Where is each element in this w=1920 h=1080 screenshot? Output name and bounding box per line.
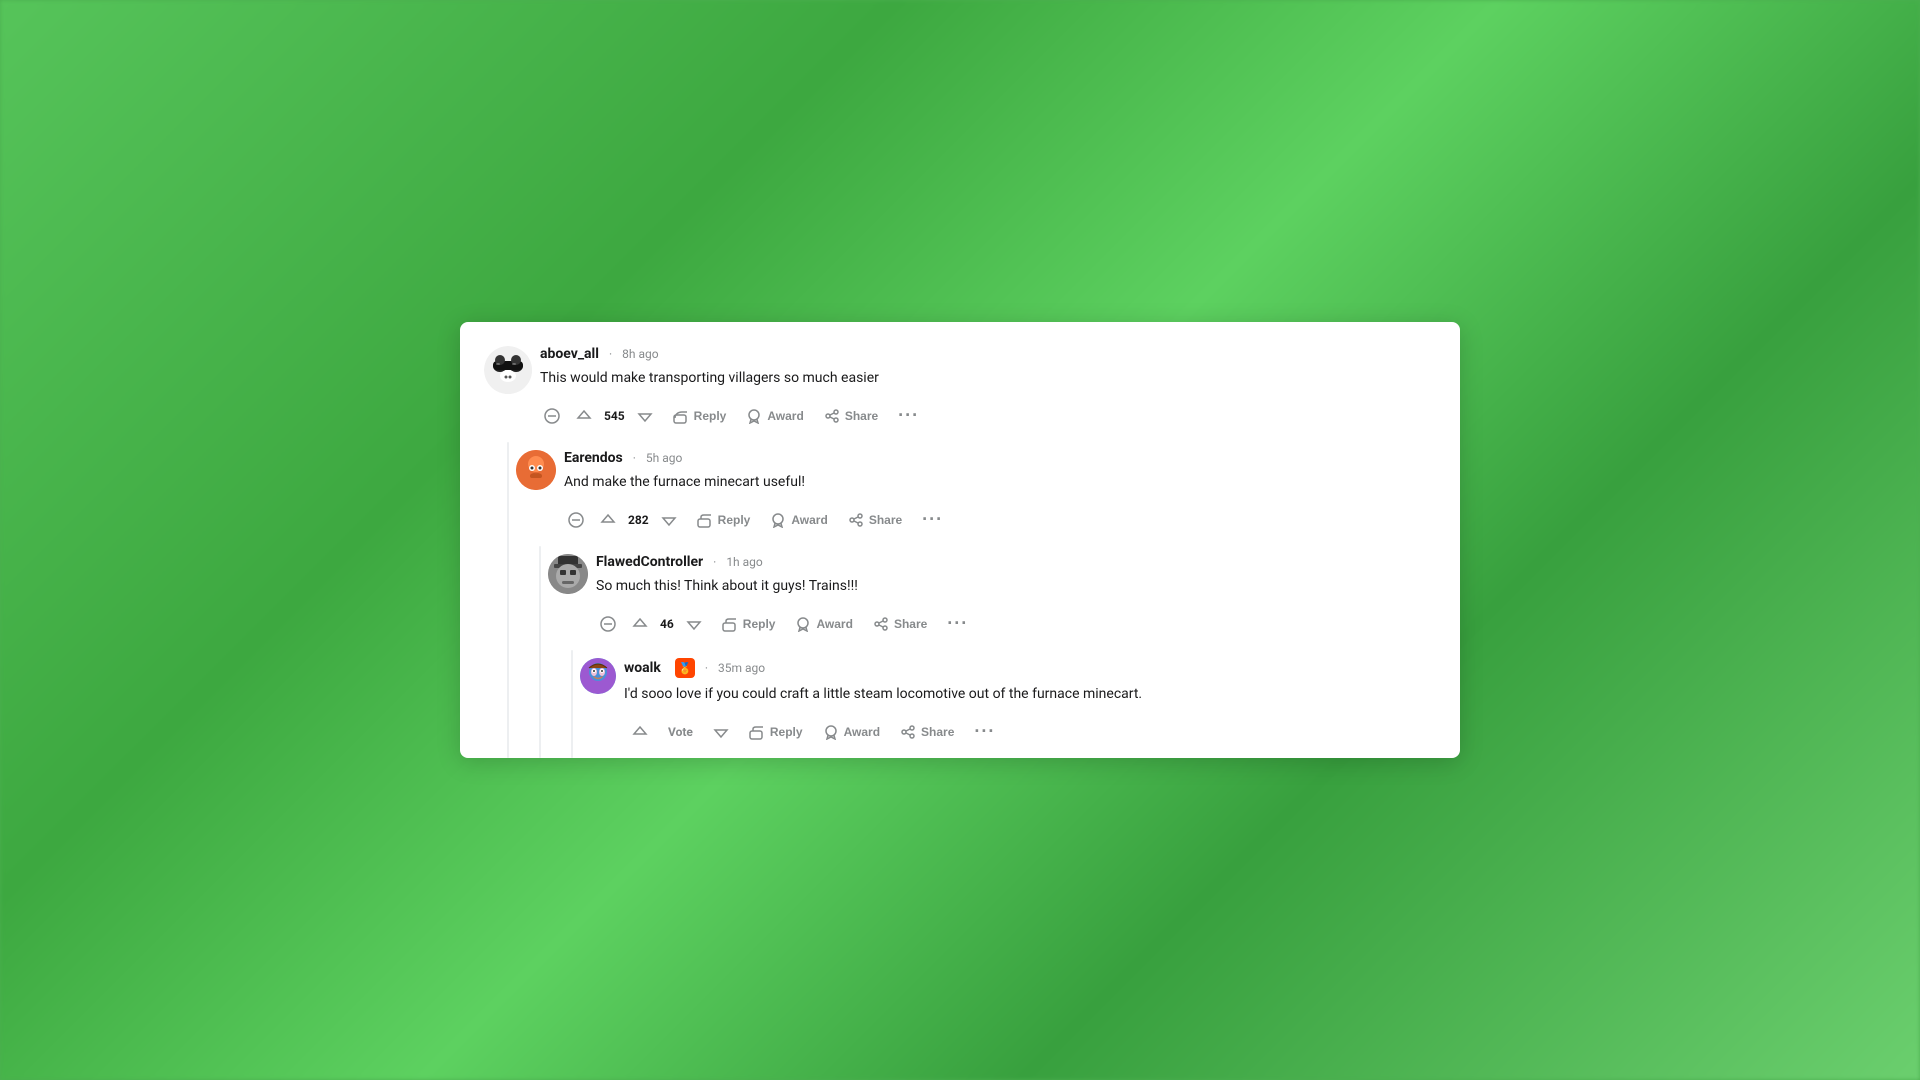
username-flawed: FlawedController [596, 554, 703, 570]
vote-count-aboev: 545 [604, 409, 625, 423]
avatar-earendos [516, 450, 556, 490]
action-bar-flawed: 46 Reply [596, 609, 1428, 638]
collapse-btn-aboev[interactable] [540, 404, 564, 428]
collapse-btn-flawed[interactable] [596, 612, 620, 636]
upvote-btn-aboev[interactable] [568, 402, 600, 430]
comment-header-aboev: aboev_all · 8h ago [540, 346, 1428, 362]
reply-btn-woalk[interactable]: Reply [741, 718, 811, 746]
more-btn-earendos[interactable]: ··· [914, 505, 951, 534]
upvote-btn-flawed[interactable] [624, 610, 656, 638]
comment-body-earendos: And make the furnace minecart useful! [564, 472, 1428, 493]
vote-label-woalk: Vote [660, 719, 701, 745]
avatar-flawed [548, 554, 588, 594]
action-bar-woalk: Vote [624, 717, 1428, 746]
upvote-btn-woalk[interactable] [624, 718, 656, 746]
comment-aboev: aboev_all · 8h ago This would make trans… [484, 346, 1428, 430]
timestamp-earendos: 5h ago [646, 451, 682, 465]
avatar-woalk [580, 658, 616, 694]
more-btn-woalk[interactable]: ··· [966, 717, 1003, 746]
more-btn-aboev[interactable]: ··· [890, 401, 927, 430]
comment-header-woalk: woalk 🏅 · 35m ago [624, 658, 1428, 678]
thread-line-3 [571, 650, 573, 758]
comment-header-earendos: Earendos · 5h ago [564, 450, 1428, 466]
reply-btn-earendos[interactable]: Reply [689, 506, 759, 534]
timestamp-aboev: 8h ago [622, 347, 658, 361]
thread-flawed-wrap: FlawedController · 1h ago So much this! … [516, 546, 1428, 758]
award-btn-aboev[interactable]: Award [738, 402, 811, 430]
username-earendos: Earendos [564, 450, 623, 466]
vote-count-earendos: 282 [628, 513, 649, 527]
vote-count-flawed: 46 [660, 617, 674, 631]
comments-card: aboev_all · 8h ago This would make trans… [460, 322, 1460, 758]
thread-woalk-wrap: woalk 🏅 · 35m ago I'd sooo love if you c… [548, 650, 1428, 758]
thread-line-1 [507, 442, 509, 758]
downvote-btn-flawed[interactable] [678, 610, 710, 638]
thread-line-2 [539, 546, 541, 758]
comment-header-flawed: FlawedController · 1h ago [596, 554, 1428, 570]
reply-btn-aboev[interactable]: Reply [665, 402, 735, 430]
downvote-btn-earendos[interactable] [653, 506, 685, 534]
action-bar-aboev: 545 Reply Award [540, 401, 1428, 430]
share-btn-woalk[interactable]: Share [892, 718, 962, 746]
award-btn-flawed[interactable]: Award [787, 610, 860, 638]
award-btn-earendos[interactable]: Award [762, 506, 835, 534]
avatar-aboev [484, 346, 532, 394]
comment-body-woalk: I'd sooo love if you could craft a littl… [624, 684, 1428, 705]
more-btn-flawed[interactable]: ··· [939, 609, 976, 638]
username-aboev: aboev_all [540, 346, 599, 362]
upvote-btn-earendos[interactable] [592, 506, 624, 534]
share-btn-earendos[interactable]: Share [840, 506, 910, 534]
award-badge-woalk: 🏅 [675, 658, 695, 678]
thread-earendos-wrap: Earendos · 5h ago And make the furnace m… [484, 442, 1428, 758]
share-btn-flawed[interactable]: Share [865, 610, 935, 638]
username-woalk: woalk [624, 660, 661, 676]
comment-earendos: Earendos · 5h ago And make the furnace m… [516, 442, 1428, 758]
reply-btn-flawed[interactable]: Reply [714, 610, 784, 638]
collapse-btn-earendos[interactable] [564, 508, 588, 532]
comment-flawed: FlawedController · 1h ago So much this! … [548, 546, 1428, 758]
timestamp-woalk: 35m ago [718, 661, 765, 675]
comment-body-flawed: So much this! Think about it guys! Train… [596, 576, 1428, 597]
downvote-btn-aboev[interactable] [629, 402, 661, 430]
downvote-btn-woalk[interactable] [705, 718, 737, 746]
award-btn-woalk[interactable]: Award [815, 718, 888, 746]
action-bar-earendos: 282 Reply [564, 505, 1428, 534]
comment-woalk: woalk 🏅 · 35m ago I'd sooo love if you c… [580, 650, 1428, 758]
share-btn-aboev[interactable]: Share [816, 402, 886, 430]
comment-body-aboev: This would make transporting villagers s… [540, 368, 1428, 389]
timestamp-flawed: 1h ago [726, 555, 762, 569]
